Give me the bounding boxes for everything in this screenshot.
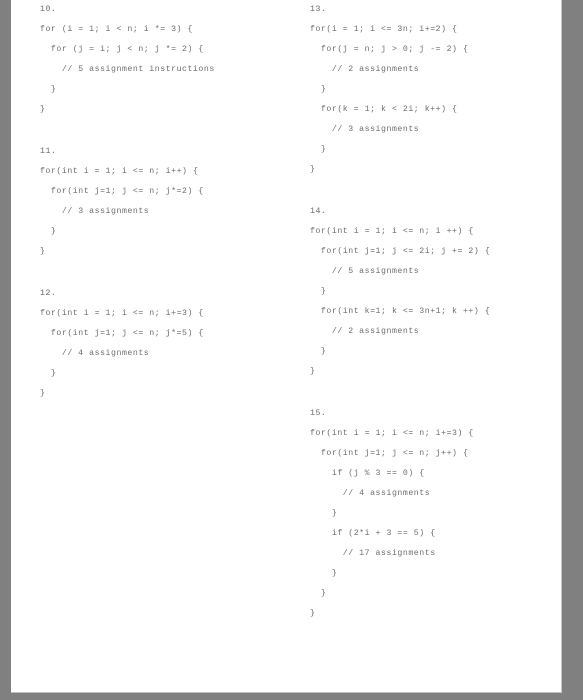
code-line: for (j = i; j < n; j *= 2) { — [40, 45, 204, 54]
exercise-14: 14. for(int i = 1; i <= n; i ++) { for(in… — [310, 202, 560, 382]
exercise-13: 13. for(i = 1; i <= 3n; i+=2) { for(j = n… — [310, 0, 560, 180]
exercise-number: 11. — [40, 147, 57, 156]
code-line: for(int i = 1; i <= n; i+=3) { — [40, 309, 204, 318]
code-line: for (i = 1; i < n; i *= 3) { — [40, 25, 193, 34]
document-sheet: 10. for (i = 1; i < n; i *= 3) { for (j =… — [11, 0, 562, 693]
code-line: // 2 assignments — [310, 327, 420, 336]
exercise-12: 12. for(int i = 1; i <= n; i+=3) { for(in… — [40, 284, 290, 404]
code-line: } — [310, 569, 338, 578]
code-line: if (j % 3 == 0) { — [310, 469, 425, 478]
exercise-10: 10. for (i = 1; i < n; i *= 3) { for (j =… — [40, 0, 290, 120]
code-line: } — [310, 165, 316, 174]
code-line: for(int j=1; j <= n; j++) { — [310, 449, 469, 458]
code-line: for(int j=1; j <= n; j*=5) { — [40, 329, 204, 338]
code-line: } — [40, 227, 57, 236]
code-line: } — [310, 367, 316, 376]
code-line: // 3 assignments — [40, 207, 150, 216]
code-line: } — [310, 347, 327, 356]
exercise-15: 15. for(int i = 1; i <= n; i+=3) { for(in… — [310, 404, 560, 624]
code-line: for(int j=1; j <= n; j*=2) { — [40, 187, 204, 196]
code-line: for(int j=1; j <= 2i; j += 2) { — [310, 247, 491, 256]
code-line: } — [310, 85, 327, 94]
right-column: 13. for(i = 1; i <= 3n; i+=2) { for(j = n… — [310, 0, 560, 692]
exercise-number: 13. — [310, 5, 327, 14]
code-line: } — [310, 287, 327, 296]
code-line: // 5 assignments — [310, 267, 420, 276]
code-line: // 3 assignments — [310, 125, 420, 134]
exercise-number: 12. — [40, 289, 57, 298]
code-line: for(j = n; j > 0; j -= 2) { — [310, 45, 469, 54]
left-column: 10. for (i = 1; i < n; i *= 3) { for (j =… — [40, 0, 290, 692]
code-line: for(k = 1; k < 2i; k++) { — [310, 105, 458, 114]
code-line: } — [40, 105, 46, 114]
code-line: if (2*i + 3 == 5) { — [310, 529, 436, 538]
code-line: } — [310, 609, 316, 618]
code-line: // 2 assignments — [310, 65, 420, 74]
code-line: for(int i = 1; i <= n; i ++) { — [310, 227, 474, 236]
code-line: // 5 assignment instructions — [40, 65, 215, 74]
exercise-11: 11. for(int i = 1; i <= n; i++) { for(int… — [40, 142, 290, 262]
code-line: for(i = 1; i <= 3n; i+=2) { — [310, 25, 458, 34]
exercise-number: 15. — [310, 409, 327, 418]
exercise-number: 10. — [40, 5, 57, 14]
code-line: for(int i = 1; i <= n; i++) { — [40, 167, 199, 176]
code-line: for(int k=1; k <= 3n+1; k ++) { — [310, 307, 491, 316]
code-columns: 10. for (i = 1; i < n; i *= 3) { for (j =… — [11, 0, 561, 692]
code-line: // 4 assignments — [310, 489, 431, 498]
code-line: for(int i = 1; i <= n; i+=3) { — [310, 429, 474, 438]
code-line: } — [310, 509, 338, 518]
code-line: } — [40, 369, 57, 378]
code-line: // 4 assignments — [40, 349, 150, 358]
exercise-number: 14. — [310, 207, 327, 216]
page-frame: 10. for (i = 1; i < n; i *= 3) { for (j =… — [0, 0, 583, 700]
code-line: } — [310, 145, 327, 154]
code-line: } — [40, 389, 46, 398]
code-line: } — [40, 247, 46, 256]
code-line: } — [40, 85, 57, 94]
code-line: } — [310, 589, 327, 598]
code-line: // 17 assignments — [310, 549, 436, 558]
